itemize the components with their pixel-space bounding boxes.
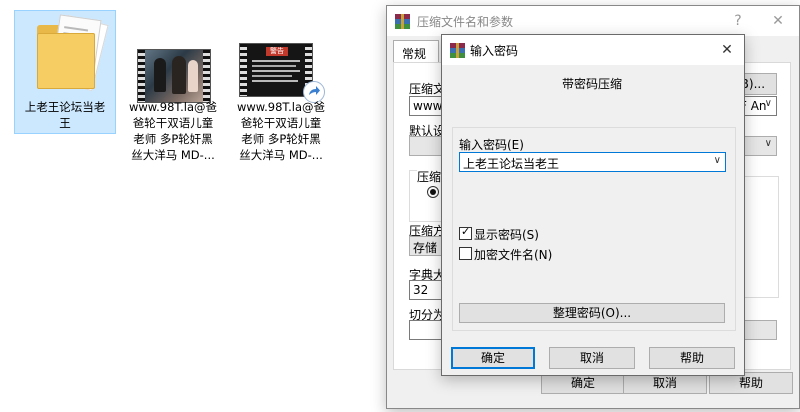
archive-dialog-title: 压缩文件名和参数: [417, 15, 514, 29]
enter-password-label: 输入密码(E): [459, 138, 524, 152]
archive-name-label: 压缩文: [409, 82, 446, 96]
password-cancel-button[interactable]: 取消: [549, 347, 635, 369]
password-help-button[interactable]: 帮助: [649, 347, 735, 369]
chevron-down-icon: ∨: [764, 98, 772, 109]
thumbnail-warning-text: 警告: [266, 47, 288, 56]
password-ok-button[interactable]: 确定: [451, 347, 535, 369]
show-password-label[interactable]: 显示密码(S): [474, 226, 539, 243]
checkmark-icon: ✓: [461, 225, 471, 238]
tab-general[interactable]: 常规: [393, 40, 439, 63]
file-name-label: 上老王论坛当老 王: [24, 100, 106, 130]
rar-format-radio[interactable]: [427, 186, 439, 198]
winrar-icon: [395, 14, 410, 29]
video-file-item[interactable]: www.98T.la@爸 爸轮干双语儿童 老师 多P轮奸黑 丝大洋马 MD-..…: [122, 40, 224, 162]
help-icon[interactable]: ?: [727, 10, 749, 32]
chevron-down-icon[interactable]: ∨: [714, 155, 721, 166]
folder-item[interactable]: 上老王论坛当老 王: [14, 10, 116, 134]
encrypt-filenames-checkbox[interactable]: [459, 247, 472, 260]
file-name-label: www.98T.la@爸 爸轮干双语儿童 老师 多P轮奸黑 丝大洋马 MD-..…: [128, 100, 217, 162]
video-thumbnail: [137, 49, 211, 103]
video-file-item[interactable]: 警告 www.98T.la@爸 爸轮干双语儿童 老师 多P轮奸黑 丝大洋马 MD…: [230, 40, 332, 162]
file-name-label: www.98T.la@爸 爸轮干双语儿童 老师 多P轮奸黑 丝大洋马 MD-..…: [236, 100, 325, 162]
show-password-checkbox[interactable]: ✓: [459, 225, 472, 240]
password-dialog-titlebar[interactable]: 输入密码 ✕: [442, 35, 744, 65]
password-dialog-heading: 带密码压缩: [561, 77, 622, 91]
archive-dialog-titlebar[interactable]: 压缩文件名和参数 ? ✕: [387, 6, 799, 36]
password-dialog-title: 输入密码: [470, 44, 519, 58]
video-thumbnail: 警告: [239, 43, 313, 97]
password-input[interactable]: 上老王论坛当老王 ∨: [459, 152, 726, 172]
folder-icon: [15, 11, 115, 97]
winrar-icon: [450, 43, 465, 58]
organize-passwords-button[interactable]: 整理密码(O)...: [459, 303, 725, 323]
chevron-down-icon: ∨: [764, 138, 772, 149]
archive-format-label: 压缩: [417, 168, 442, 185]
encrypt-filenames-label[interactable]: 加密文件名(N): [474, 246, 552, 263]
enter-password-dialog: 输入密码 ✕ 带密码压缩 输入密码(E) 上老王论坛当老王 ∨ ✓ 显示密码(S…: [441, 34, 745, 376]
close-icon[interactable]: ✕: [767, 10, 789, 32]
close-icon[interactable]: ✕: [716, 39, 738, 61]
